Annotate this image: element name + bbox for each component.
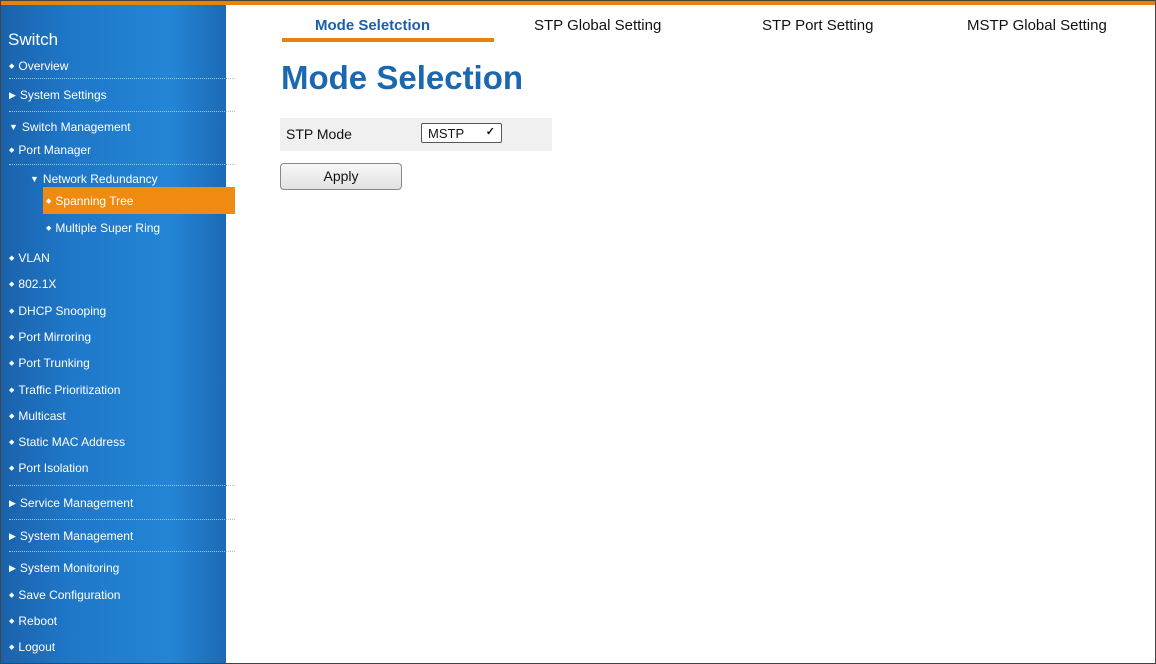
- sidebar-item-label: Spanning Tree: [55, 194, 134, 208]
- sidebar-item-content: ◆ Traffic Prioritization: [9, 383, 120, 398]
- sidebar-item-label: System Management: [19, 529, 134, 543]
- bullet-icon: ◆: [9, 147, 15, 154]
- sidebar-item-content: ◆ Overview: [9, 59, 68, 74]
- sidebar-item-label: Port Manager: [18, 143, 92, 157]
- sidebar-item-content: ◆ DHCP Snooping: [9, 304, 106, 319]
- sidebar-item-content: ◆ Multicast: [9, 409, 66, 424]
- sidebar-item-label: Reboot: [18, 614, 58, 628]
- chevron-down-icon: ✓: [485, 126, 495, 138]
- menu-separator: [9, 164, 235, 165]
- bullet-icon: ◆: [9, 439, 15, 446]
- sidebar-item-content: ◆ Logout: [9, 640, 55, 655]
- tab-stp-port-setting[interactable]: STP Port Setting: [762, 17, 873, 34]
- sidebar-item-label: Network Redundancy: [42, 172, 158, 186]
- bullet-icon: ◆: [9, 360, 15, 367]
- bullet-icon: ◆: [9, 387, 15, 394]
- bullet-icon: ◆: [9, 281, 15, 288]
- top-accent-bar: [226, 1, 1155, 5]
- sidebar: Switch ◆ Overview ▶ System Settings ▼ Switch …: [1, 1, 235, 663]
- menu-separator: [9, 519, 235, 520]
- sidebar-item-content: ◆ Static MAC Address: [9, 435, 125, 450]
- sidebar-item-label: Save Configuration: [18, 588, 121, 602]
- stp-mode-select[interactable]: MSTP ✓: [421, 123, 502, 143]
- sidebar-item-label: 802.1X: [18, 277, 57, 291]
- bullet-icon: ◆: [9, 592, 15, 599]
- sidebar-item-content: ◆ VLAN: [9, 251, 50, 266]
- sidebar-item-label: Multiple Super Ring: [55, 221, 161, 235]
- bullet-icon: ◆: [46, 225, 52, 232]
- sidebar-accent-bar: [1, 1, 226, 5]
- sidebar-item-content: ◆ Multiple Super Ring: [46, 221, 160, 236]
- sidebar-item-label: System Monitoring: [19, 561, 120, 575]
- sidebar-item-label: DHCP Snooping: [18, 304, 107, 318]
- sidebar-item-label: Traffic Prioritization: [18, 383, 121, 397]
- apply-button[interactable]: Apply: [280, 163, 402, 190]
- sidebar-item-content: ◆ Reboot: [9, 614, 57, 629]
- sidebar-item-label: Logout: [18, 640, 56, 654]
- bullet-icon: ◆: [9, 255, 15, 262]
- sidebar-item-content: ◆ Save Configuration: [9, 588, 120, 603]
- sidebar-item-content: ▼ Switch Management: [9, 120, 131, 134]
- sidebar-item-content: ◆ Port Isolation: [9, 461, 88, 476]
- bullet-icon: ◆: [9, 334, 15, 341]
- caret-right-icon: ▶: [9, 498, 16, 508]
- bullet-icon: ◆: [9, 465, 15, 472]
- bullet-icon: ◆: [9, 308, 15, 315]
- sidebar-item-content: ◆ Spanning Tree: [46, 194, 133, 209]
- sidebar-item-content: ◆ Port Mirroring: [9, 330, 91, 345]
- brand-title: Switch: [8, 30, 59, 49]
- caret-right-icon: ▶: [9, 90, 16, 100]
- caret-down-icon: ▼: [30, 174, 39, 184]
- sidebar-item-content: ◆ Port Trunking: [9, 356, 90, 371]
- sidebar-item-label: Port Trunking: [18, 356, 90, 370]
- sidebar-item-content: ▶ System Management: [9, 529, 133, 543]
- tab-stp-global-setting[interactable]: STP Global Setting: [534, 17, 661, 34]
- sidebar-item-label: System Settings: [19, 88, 107, 102]
- stp-mode-label: STP Mode: [286, 126, 352, 142]
- menu-separator: [9, 551, 235, 552]
- bullet-icon: ◆: [9, 413, 15, 420]
- sidebar-item-content: ▶ System Monitoring: [9, 561, 119, 575]
- bullet-icon: ◆: [9, 618, 15, 625]
- sidebar-item-content: ▼ Network Redundancy: [30, 172, 158, 186]
- sidebar-item-content: ◆ Port Manager: [9, 143, 91, 158]
- sidebar-item-content: ◆ 802.1X: [9, 277, 56, 292]
- main-content: Mode Seletction STP Global Setting STP P…: [226, 1, 1155, 663]
- sidebar-item-content: ▶ System Settings: [9, 88, 107, 102]
- stp-mode-value: MSTP: [428, 126, 465, 141]
- sidebar-item-label: Switch Management: [21, 120, 131, 134]
- sidebar-item-label: Port Isolation: [18, 461, 89, 475]
- tab-mstp-global-setting[interactable]: MSTP Global Setting: [967, 17, 1107, 34]
- page-title: Mode Selection: [281, 59, 524, 96]
- menu-separator: [9, 485, 235, 486]
- caret-right-icon: ▶: [9, 563, 16, 573]
- tab-mode-selection[interactable]: Mode Seletction: [315, 17, 430, 34]
- sidebar-item-label: Port Mirroring: [18, 330, 92, 344]
- caret-right-icon: ▶: [9, 531, 16, 541]
- caret-down-icon: ▼: [9, 122, 18, 132]
- bullet-icon: ◆: [9, 63, 15, 70]
- sidebar-item-label: Service Management: [19, 496, 134, 510]
- sidebar-item-content: ▶ Service Management: [9, 496, 133, 510]
- sidebar-item-label: VLAN: [18, 251, 50, 265]
- menu-separator: [9, 111, 235, 112]
- stp-mode-row: STP Mode MSTP ✓: [280, 118, 552, 151]
- bullet-icon: ◆: [9, 644, 15, 651]
- sidebar-item-label: Static MAC Address: [18, 435, 126, 449]
- bullet-icon: ◆: [46, 198, 52, 205]
- menu-separator: [9, 78, 235, 79]
- active-tab-underline: [282, 38, 494, 42]
- sidebar-item-label: Multicast: [18, 409, 66, 423]
- sidebar-item-label: Overview: [18, 59, 69, 73]
